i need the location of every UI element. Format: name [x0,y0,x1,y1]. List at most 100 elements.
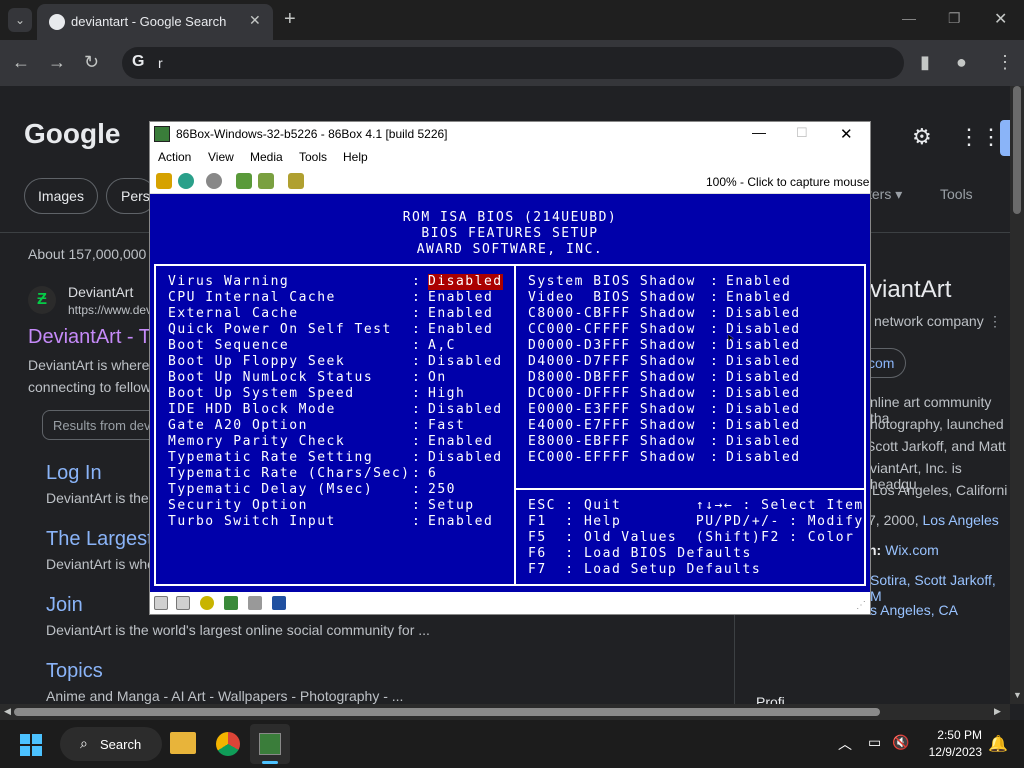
bios-shadow-value[interactable]: Disabled [726,370,801,386]
menu-kebab-icon[interactable]: ⋮ [996,52,1014,73]
emulator-title-bar[interactable]: 86Box-Windows-32-b5226 - 86Box 4.1 [buil… [150,122,870,146]
bios-shadow-value[interactable]: Disabled [726,386,801,402]
google-logo[interactable]: Google [24,118,120,150]
new-tab-button[interactable]: + [284,8,296,31]
bios-shadow-value[interactable]: Enabled [726,274,791,290]
sound-icon[interactable] [272,596,286,610]
back-icon[interactable]: ← [12,52,30,73]
bios-shadow-value[interactable]: Disabled [726,402,801,418]
result-title[interactable]: DeviantArt - T [28,326,151,349]
bios-option-value[interactable]: Fast [428,418,465,434]
bios-option-value[interactable]: Enabled [428,306,493,322]
menu-help[interactable]: Help [343,150,368,164]
bios-shadow-value[interactable]: Disabled [726,418,801,434]
scroll-down-icon[interactable]: ▼ [1013,690,1022,700]
bios-option-value[interactable]: Enabled [428,514,493,530]
address-input[interactable]: r [158,55,163,71]
bios-option-value[interactable]: Disabled [428,274,503,290]
sitelink-title[interactable]: Topics [46,660,103,683]
tray-chevron-icon[interactable]: ︿ [838,734,852,754]
vertical-scrollbar[interactable]: ▼ [1010,86,1024,704]
emulator-screen[interactable]: ROM ISA BIOS (214UEUBD) BIOS FEATURES SE… [150,194,870,592]
horizontal-scrollbar[interactable]: ◀ ▶ [0,704,1010,720]
bios-shadow-value[interactable]: Enabled [726,290,791,306]
start-windows-icon[interactable] [20,734,42,756]
bios-option-value[interactable]: Enabled [428,322,493,338]
window-close-icon[interactable]: ✕ [994,9,1007,29]
menu-view[interactable]: View [208,150,234,164]
bios-option-value[interactable]: Enabled [428,290,493,306]
bios-option-value[interactable]: Disabled [428,402,503,418]
kp-parent-link[interactable]: Wix.com [885,542,939,558]
bios-shadow-value[interactable]: Disabled [726,450,801,466]
network-tray-icon[interactable]: ▭ [868,734,881,751]
scroll-right-icon[interactable]: ▶ [994,706,1001,717]
address-bar[interactable]: G r [122,47,904,79]
chrome-icon[interactable] [216,732,240,756]
bios-shadow-value[interactable]: Disabled [726,354,801,370]
floppy-b-icon[interactable] [176,596,190,610]
site-url[interactable]: https://www.dev [68,303,152,317]
bios-option-value[interactable]: A,C [428,338,456,354]
resize-grip-icon[interactable]: ⋰ [856,600,866,611]
bios-option-value[interactable]: 250 [428,482,456,498]
power-icon[interactable] [206,173,222,189]
bios-option-value[interactable]: Enabled [428,434,493,450]
clock-date[interactable]: 12/9/2023 [918,745,982,759]
chip-images[interactable]: Images [24,178,98,214]
restore-icon[interactable]: ❐ [948,10,961,27]
kp-founded-link[interactable]: Los Angeles [923,512,999,528]
bios-shadow-value[interactable]: Disabled [726,306,801,322]
scroll-left-icon[interactable]: ◀ [4,706,11,717]
results-from-site-input[interactable]: Results from dev [42,410,162,440]
bios-option-value[interactable]: Setup [428,498,475,514]
menu-action[interactable]: Action [158,150,191,164]
tools-link[interactable]: Tools [940,186,973,202]
taskbar-search-button[interactable]: ⌕ Search [60,727,162,761]
bios-option-value[interactable]: High [428,386,465,402]
sitelink-title[interactable]: The Largest [46,528,153,551]
emu-minimize-icon[interactable]: — [752,124,766,140]
ctrl-alt-del-icon[interactable] [236,173,252,189]
emu-maximize-icon[interactable]: ☐ [796,125,808,141]
file-explorer-icon[interactable] [170,732,196,754]
kp-more-icon[interactable]: ⋮ [988,313,1002,330]
emulator-window[interactable]: 86Box-Windows-32-b5226 - 86Box 4.1 [buil… [149,121,871,615]
browser-tab[interactable]: deviantart - Google Search ✕ [37,4,273,40]
tab-close-icon[interactable]: ✕ [249,12,261,29]
menu-tools[interactable]: Tools [299,150,327,164]
settings-icon[interactable] [288,173,304,189]
hdd-icon[interactable] [248,596,262,610]
network-icon[interactable] [224,596,238,610]
cdrom-icon[interactable] [200,596,214,610]
reload-icon[interactable]: ↻ [84,52,99,73]
bios-option-value[interactable]: Disabled [428,450,503,466]
kp-founders-links[interactable]: Sotira, Scott Jarkoff, M [870,572,1010,604]
bios-shadow-value[interactable]: Disabled [726,434,801,450]
sitelink-title[interactable]: Join [46,594,83,617]
tab-search-icon[interactable]: ⌄ [8,8,32,32]
notification-bell-icon[interactable]: 🔔 [988,734,1008,754]
pause-icon[interactable] [156,173,172,189]
bios-option-value[interactable]: Disabled [428,354,503,370]
floppy-a-icon[interactable] [154,596,168,610]
sign-in-button[interactable] [1000,120,1010,156]
profile-avatar-icon[interactable]: ● [956,52,967,73]
sitelink-title[interactable]: Log In [46,462,102,485]
bios-shadow-value[interactable]: Disabled [726,338,801,354]
bios-option-value[interactable]: On [428,370,447,386]
volume-muted-icon[interactable]: 🔇 [892,734,909,751]
clock-time[interactable]: 2:50 PM [918,728,982,742]
ctrl-alt-esc-icon[interactable] [258,173,274,189]
kp-hq-link[interactable]: s Angeles, CA [870,602,958,618]
bios-option-value[interactable]: 6 [428,466,437,482]
capture-hint[interactable]: 100% - Click to capture mouse [706,175,869,189]
apps-grid-icon[interactable]: ⋮⋮ [958,124,1002,150]
minimize-icon[interactable]: — [902,10,916,26]
emu-close-icon[interactable]: ✕ [840,125,853,143]
reset-icon[interactable] [178,173,194,189]
menu-media[interactable]: Media [250,150,283,164]
filters-link[interactable]: ters ▾ [868,186,902,203]
side-panel-icon[interactable]: ▮ [920,52,930,73]
forward-icon[interactable]: → [48,52,66,73]
